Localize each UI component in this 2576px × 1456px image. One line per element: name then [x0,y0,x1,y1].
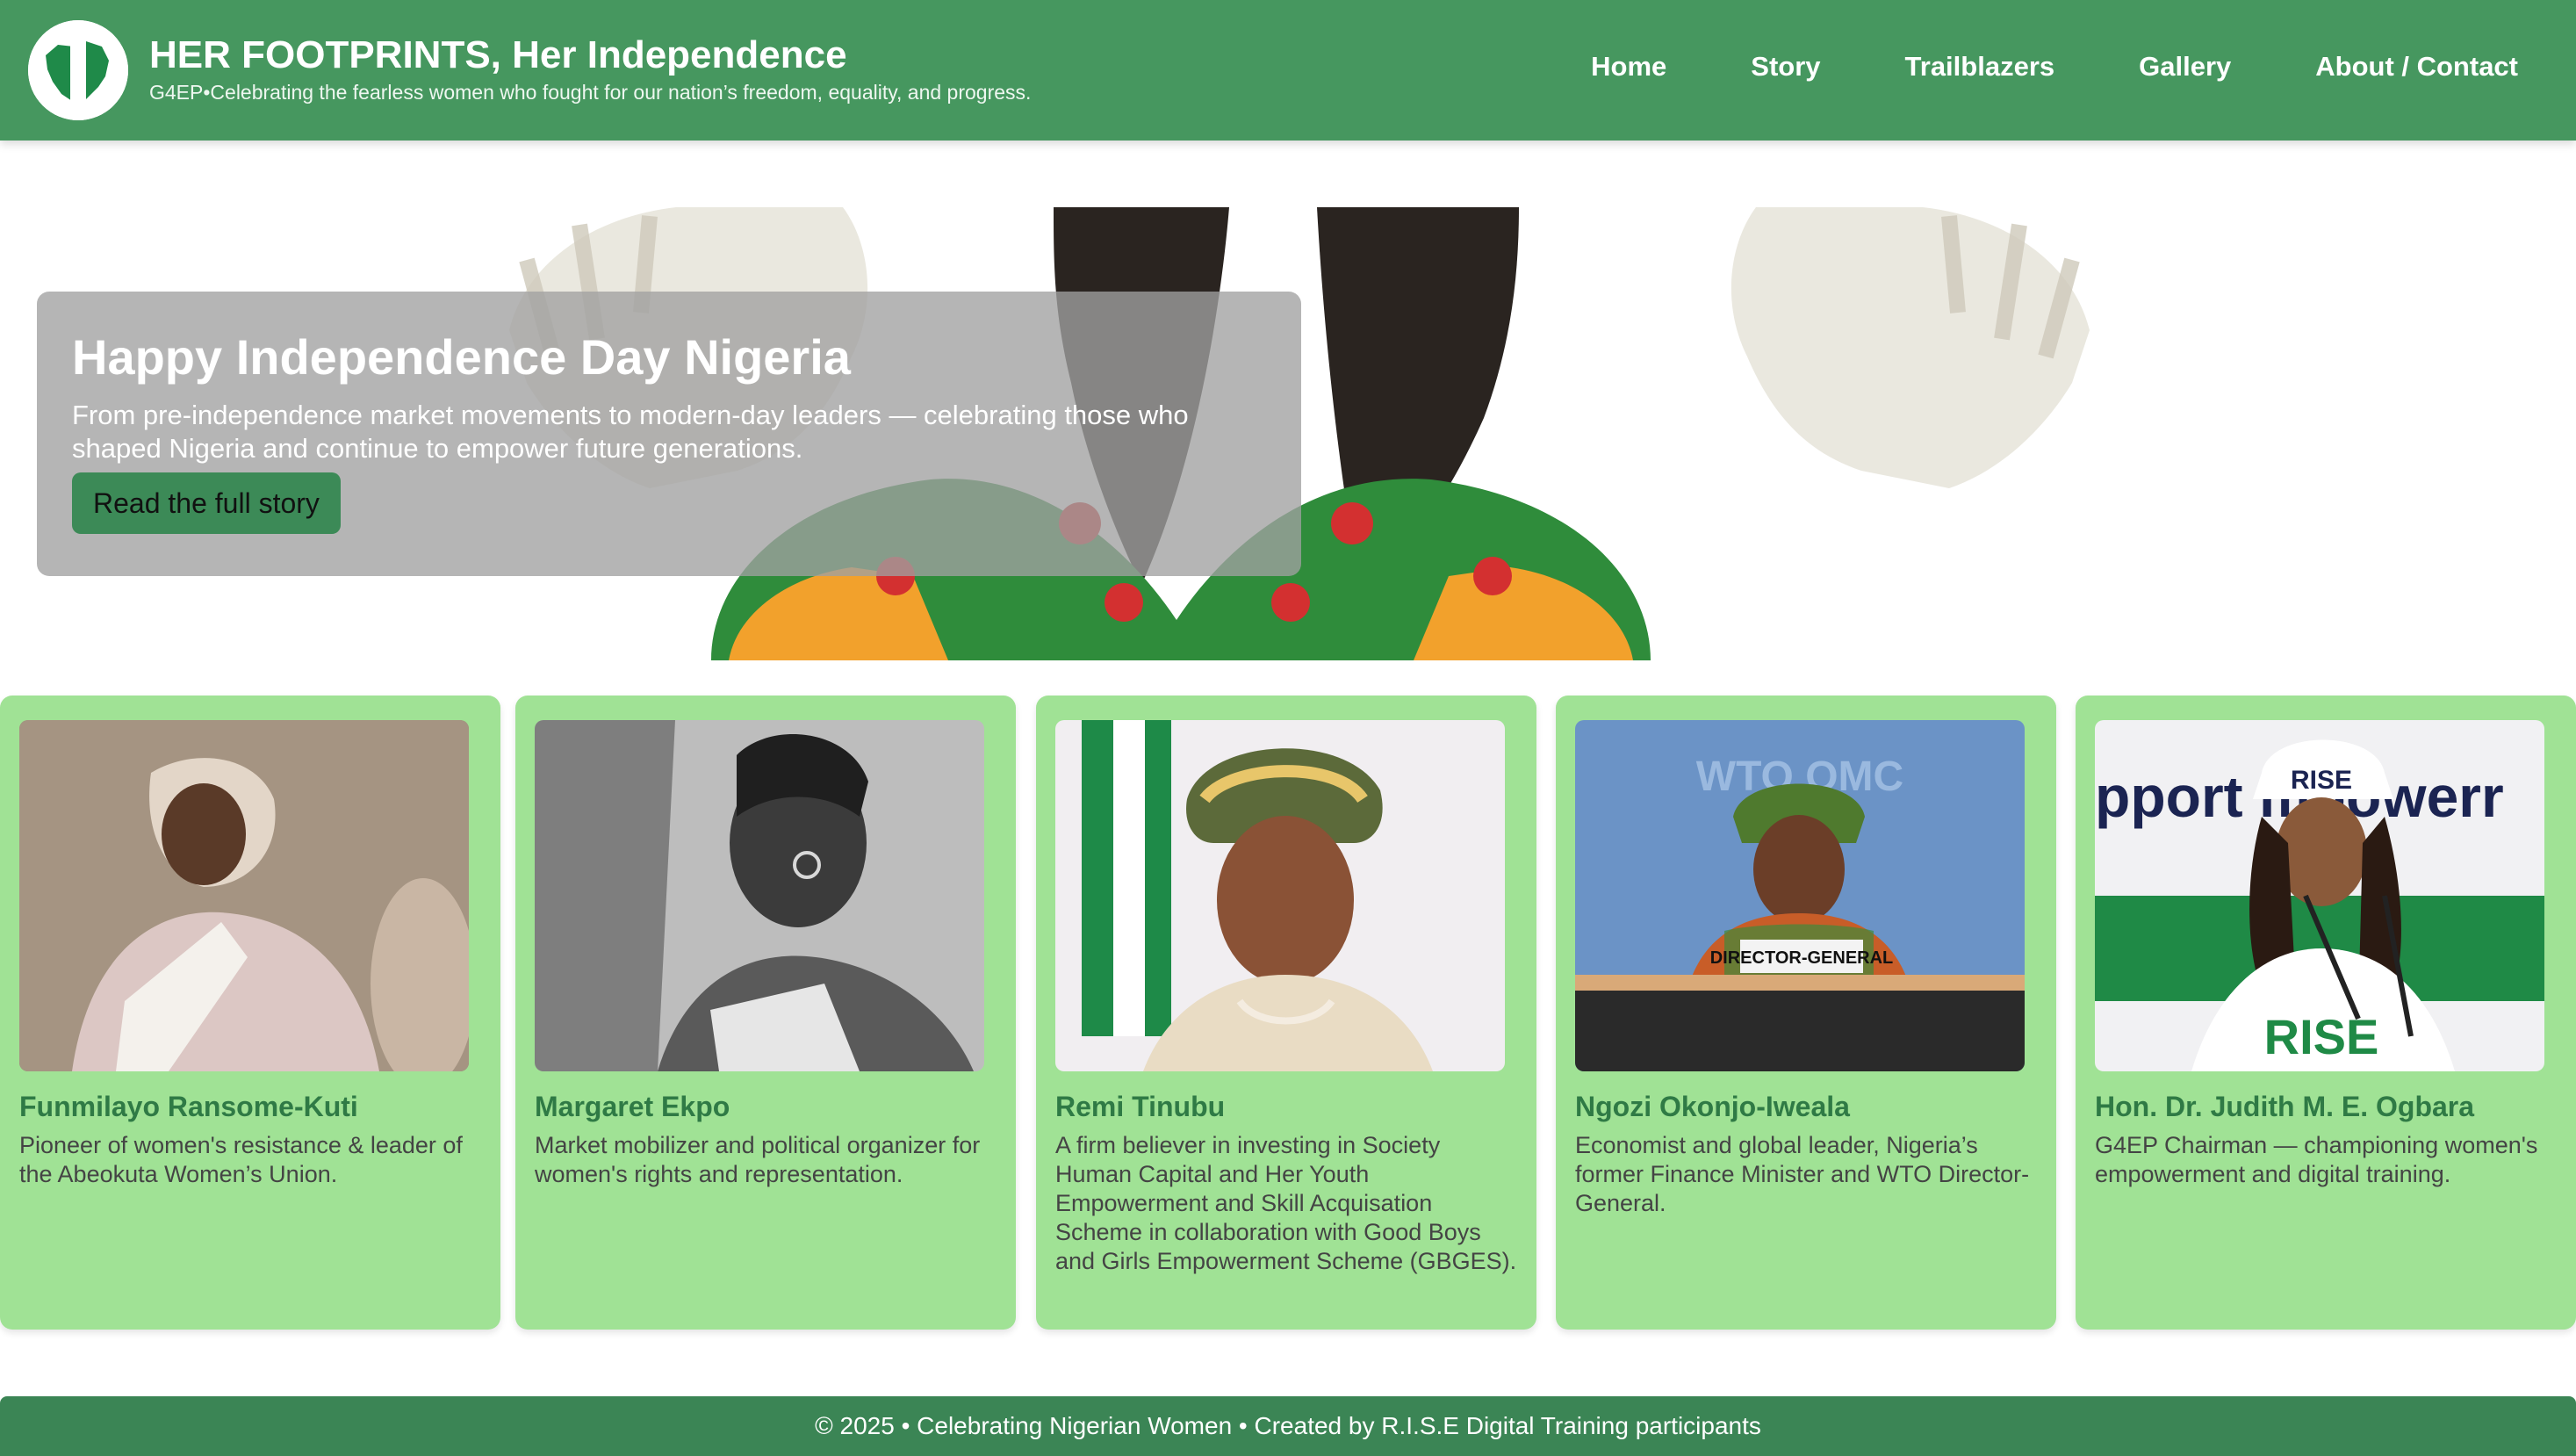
trailblazer-description: G4EP Chairman — championing women's empo… [2095,1132,2538,1187]
hero-overlay-card: Happy Independence Day Nigeria From pre-… [37,292,1301,576]
trailblazer-description: Economist and global leader, Nigeria’s f… [1575,1132,2030,1216]
remi-tinubu-photo [1055,720,1505,1071]
trailblazer-card[interactable]: WTO OMC DIRECTOR-GENERAL Ngozi Okonjo-Iw… [1556,696,2056,1330]
rise-cap-text: RISE [2291,766,2352,795]
trailblazer-description: Market mobilizer and political organizer… [535,1132,981,1187]
margaret-ekpo-photo [535,720,984,1071]
nigeria-map-icon [28,20,128,120]
site-footer: © 2025 • Celebrating Nigerian Women • Cr… [0,1396,2576,1456]
funmilayo-photo [19,720,469,1071]
nav-gallery[interactable]: Gallery [2139,51,2231,83]
portrait-photo [535,720,984,1071]
judith-ogbara-photo: pport mpowerr RISE RISE [2095,720,2544,1071]
nav-trailblazers[interactable]: Trailblazers [1905,51,2055,83]
trailblazer-card[interactable]: Remi Tinubu A firm believer in investing… [1036,696,1536,1330]
trailblazer-name: Ngozi Okonjo-Iweala [1575,1091,1850,1122]
nav-home[interactable]: Home [1591,51,1666,83]
trailblazer-name: Funmilayo Ransome-Kuti [19,1091,358,1122]
director-general-sign: DIRECTOR-GENERAL [1710,948,1894,968]
site-tagline: G4EP•Celebrating the fearless women who … [149,81,1032,104]
site-header: HER FOOTPRINTS, Her Independence G4EP•Ce… [0,0,2576,141]
trailblazer-card[interactable]: Margaret Ekpo Market mobilizer and polit… [515,696,1016,1330]
read-full-story-button[interactable]: Read the full story [72,472,341,534]
portrait-photo [1055,720,1505,1071]
trailblazer-cards: Funmilayo Ransome-Kuti Pioneer of women'… [0,696,2576,1330]
nav-about-contact[interactable]: About / Contact [2315,51,2518,83]
nav-story[interactable]: Story [1751,51,1820,83]
portrait-photo [19,720,469,1071]
trailblazer-card[interactable]: Funmilayo Ransome-Kuti Pioneer of women'… [0,696,500,1330]
trailblazer-name: Margaret Ekpo [535,1091,730,1122]
footer-text: © 2025 • Celebrating Nigerian Women • Cr… [815,1412,1761,1439]
trailblazer-description: A firm believer in investing in Society … [1055,1132,1517,1274]
main-nav: Home Story Trailblazers Gallery About / … [1591,51,2518,83]
trailblazer-description: Pioneer of women's resistance & leader o… [19,1132,463,1187]
ngozi-okonjo-iweala-photo: WTO OMC DIRECTOR-GENERAL [1575,720,2025,1071]
rise-shirt-text: RISE [2264,1009,2379,1064]
trailblazer-name: Remi Tinubu [1055,1091,1226,1122]
hero-text: From pre-independence market movements t… [72,400,1189,464]
trailblazer-card[interactable]: pport mpowerr RISE RISE Hon. Dr. Judith … [2076,696,2576,1330]
site-title: HER FOOTPRINTS, Her Independence [149,33,847,76]
logo[interactable] [28,20,128,120]
portrait-photo: pport mpowerr RISE RISE [2095,720,2544,1071]
trailblazer-name: Hon. Dr. Judith M. E. Ogbara [2095,1091,2475,1122]
portrait-photo: WTO OMC DIRECTOR-GENERAL [1575,720,2025,1071]
hero-title: Happy Independence Day Nigeria [72,329,851,385]
